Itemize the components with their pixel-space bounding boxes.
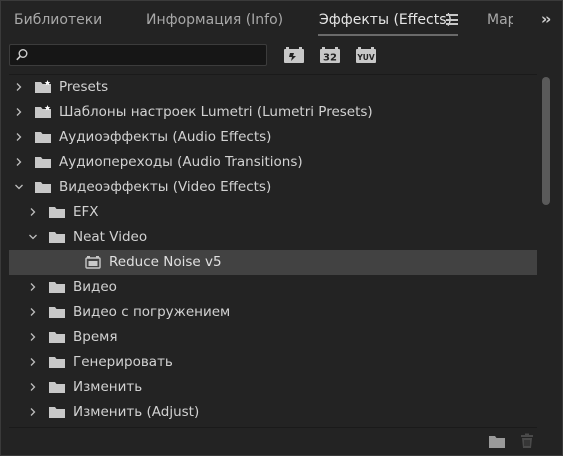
tree-item-folder[interactable]: Время <box>9 325 537 350</box>
chevron-down-icon[interactable] <box>28 232 38 242</box>
chevron-down-icon[interactable] <box>14 182 24 192</box>
scrollbar-thumb[interactable] <box>542 77 550 205</box>
tree-item-label: Аудиоэффекты (Audio Effects) <box>59 129 272 145</box>
folder-icon <box>49 282 65 293</box>
tree-item-folder[interactable]: Шаблоны настроек Lumetri (Lumetri Preset… <box>9 100 537 125</box>
tree-item-folder[interactable]: Аудиоэффекты (Audio Effects) <box>9 125 537 150</box>
32bit-filter-button[interactable]: 32 <box>319 46 341 64</box>
folder-icon <box>35 132 51 143</box>
active-tab-indicator <box>318 34 458 36</box>
tree-item-label: Генерировать <box>73 354 173 370</box>
chevron-right-icon[interactable] <box>28 282 38 292</box>
tab-effects[interactable]: Эффекты (Effects) <box>319 12 452 28</box>
panel-tab-bar: Библиотеки Информация (Info) Эффекты (Ef… <box>1 1 562 39</box>
tree-item-folder[interactable]: Видео с погружением <box>9 300 537 325</box>
chevron-right-icon[interactable] <box>14 82 24 92</box>
more-tabs-chevron-icon[interactable]: ›› <box>541 10 551 28</box>
search-input[interactable] <box>32 47 264 65</box>
tree-item-folder[interactable]: Изменить (Adjust) <box>9 400 537 425</box>
delete-trash-icon[interactable] <box>518 433 536 449</box>
search-icon <box>16 49 28 61</box>
tree-item-label: EFX <box>73 204 99 220</box>
tree-item-folder[interactable]: Видео <box>9 275 537 300</box>
chevron-right-icon[interactable] <box>28 382 38 392</box>
tree-item-label: Изменить (Adjust) <box>73 404 200 420</box>
tree-item-folder[interactable]: Видеоэффекты (Video Effects) <box>9 175 537 200</box>
tab-markers[interactable]: Мар <box>487 12 513 28</box>
tree-item-folder[interactable]: EFX <box>9 200 537 225</box>
effects-panel: Библиотеки Информация (Info) Эффекты (Ef… <box>0 0 563 456</box>
accelerated-effects-icon <box>284 47 304 63</box>
tree-item-folder[interactable]: Neat Video <box>9 225 537 250</box>
tree-item-effect[interactable]: Reduce Noise v5 <box>9 250 537 275</box>
effect-icon <box>85 256 101 269</box>
tree-item-label: Видеоэффекты (Video Effects) <box>59 179 272 195</box>
32bit-icon: 32 <box>320 47 340 64</box>
star-folder-icon <box>35 105 51 118</box>
yuv-label: YUV <box>356 53 375 62</box>
yuv-filter-button[interactable]: YUV <box>355 46 377 64</box>
accelerated-effects-filter-button[interactable] <box>283 46 305 64</box>
chevron-right-icon[interactable] <box>14 107 24 117</box>
chevron-right-icon[interactable] <box>28 332 38 342</box>
tree-item-label: Видео <box>73 279 117 295</box>
folder-icon <box>35 157 51 168</box>
folder-icon <box>49 382 65 393</box>
tree-item-label: Видео с погружением <box>73 304 231 320</box>
new-custom-bin-folder-icon[interactable] <box>488 433 506 449</box>
vertical-scrollbar[interactable] <box>539 74 553 426</box>
chevron-right-icon[interactable] <box>14 157 24 167</box>
tree-item-label: Аудиопереходы (Audio Transitions) <box>59 154 303 170</box>
folder-icon <box>49 307 65 318</box>
tree-item-folder[interactable]: Presets <box>9 75 537 100</box>
effects-tree: Presets Шаблоны настроек Lumetri (Lumetri… <box>9 74 537 428</box>
tab-info[interactable]: Информация (Info) <box>146 12 283 28</box>
chevron-right-icon[interactable] <box>28 307 38 317</box>
tree-item-label: Время <box>73 329 118 345</box>
tree-item-label: Neat Video <box>73 229 148 245</box>
chevron-right-icon[interactable] <box>28 357 38 367</box>
chevron-right-icon[interactable] <box>28 207 38 217</box>
folder-icon <box>35 182 51 193</box>
panel-menu-icon[interactable] <box>446 14 458 25</box>
tree-item-label: Шаблоны настроек Lumetri (Lumetri Preset… <box>59 104 373 120</box>
tab-libraries[interactable]: Библиотеки <box>14 12 102 28</box>
folder-icon <box>49 357 65 368</box>
tree-item-label: Presets <box>59 79 109 95</box>
tree-item-label: Изменить <box>73 379 143 395</box>
tab-markers-label: Мар <box>487 12 513 28</box>
chevron-right-icon[interactable] <box>28 407 38 417</box>
yuv-icon: YUV <box>356 47 376 63</box>
folder-icon <box>49 232 65 243</box>
tree-item-folder[interactable]: Аудиопереходы (Audio Transitions) <box>9 150 537 175</box>
folder-icon <box>49 207 65 218</box>
folder-icon <box>49 332 65 343</box>
tree-item-folder[interactable]: Изменить <box>9 375 537 400</box>
tree-item-folder[interactable]: Генерировать <box>9 350 537 375</box>
32bit-label: 32 <box>323 53 337 64</box>
star-folder-icon <box>35 80 51 93</box>
search-field[interactable] <box>9 44 267 66</box>
folder-icon <box>49 407 65 418</box>
chevron-right-icon[interactable] <box>14 132 24 142</box>
tree-item-label: Reduce Noise v5 <box>109 254 222 270</box>
